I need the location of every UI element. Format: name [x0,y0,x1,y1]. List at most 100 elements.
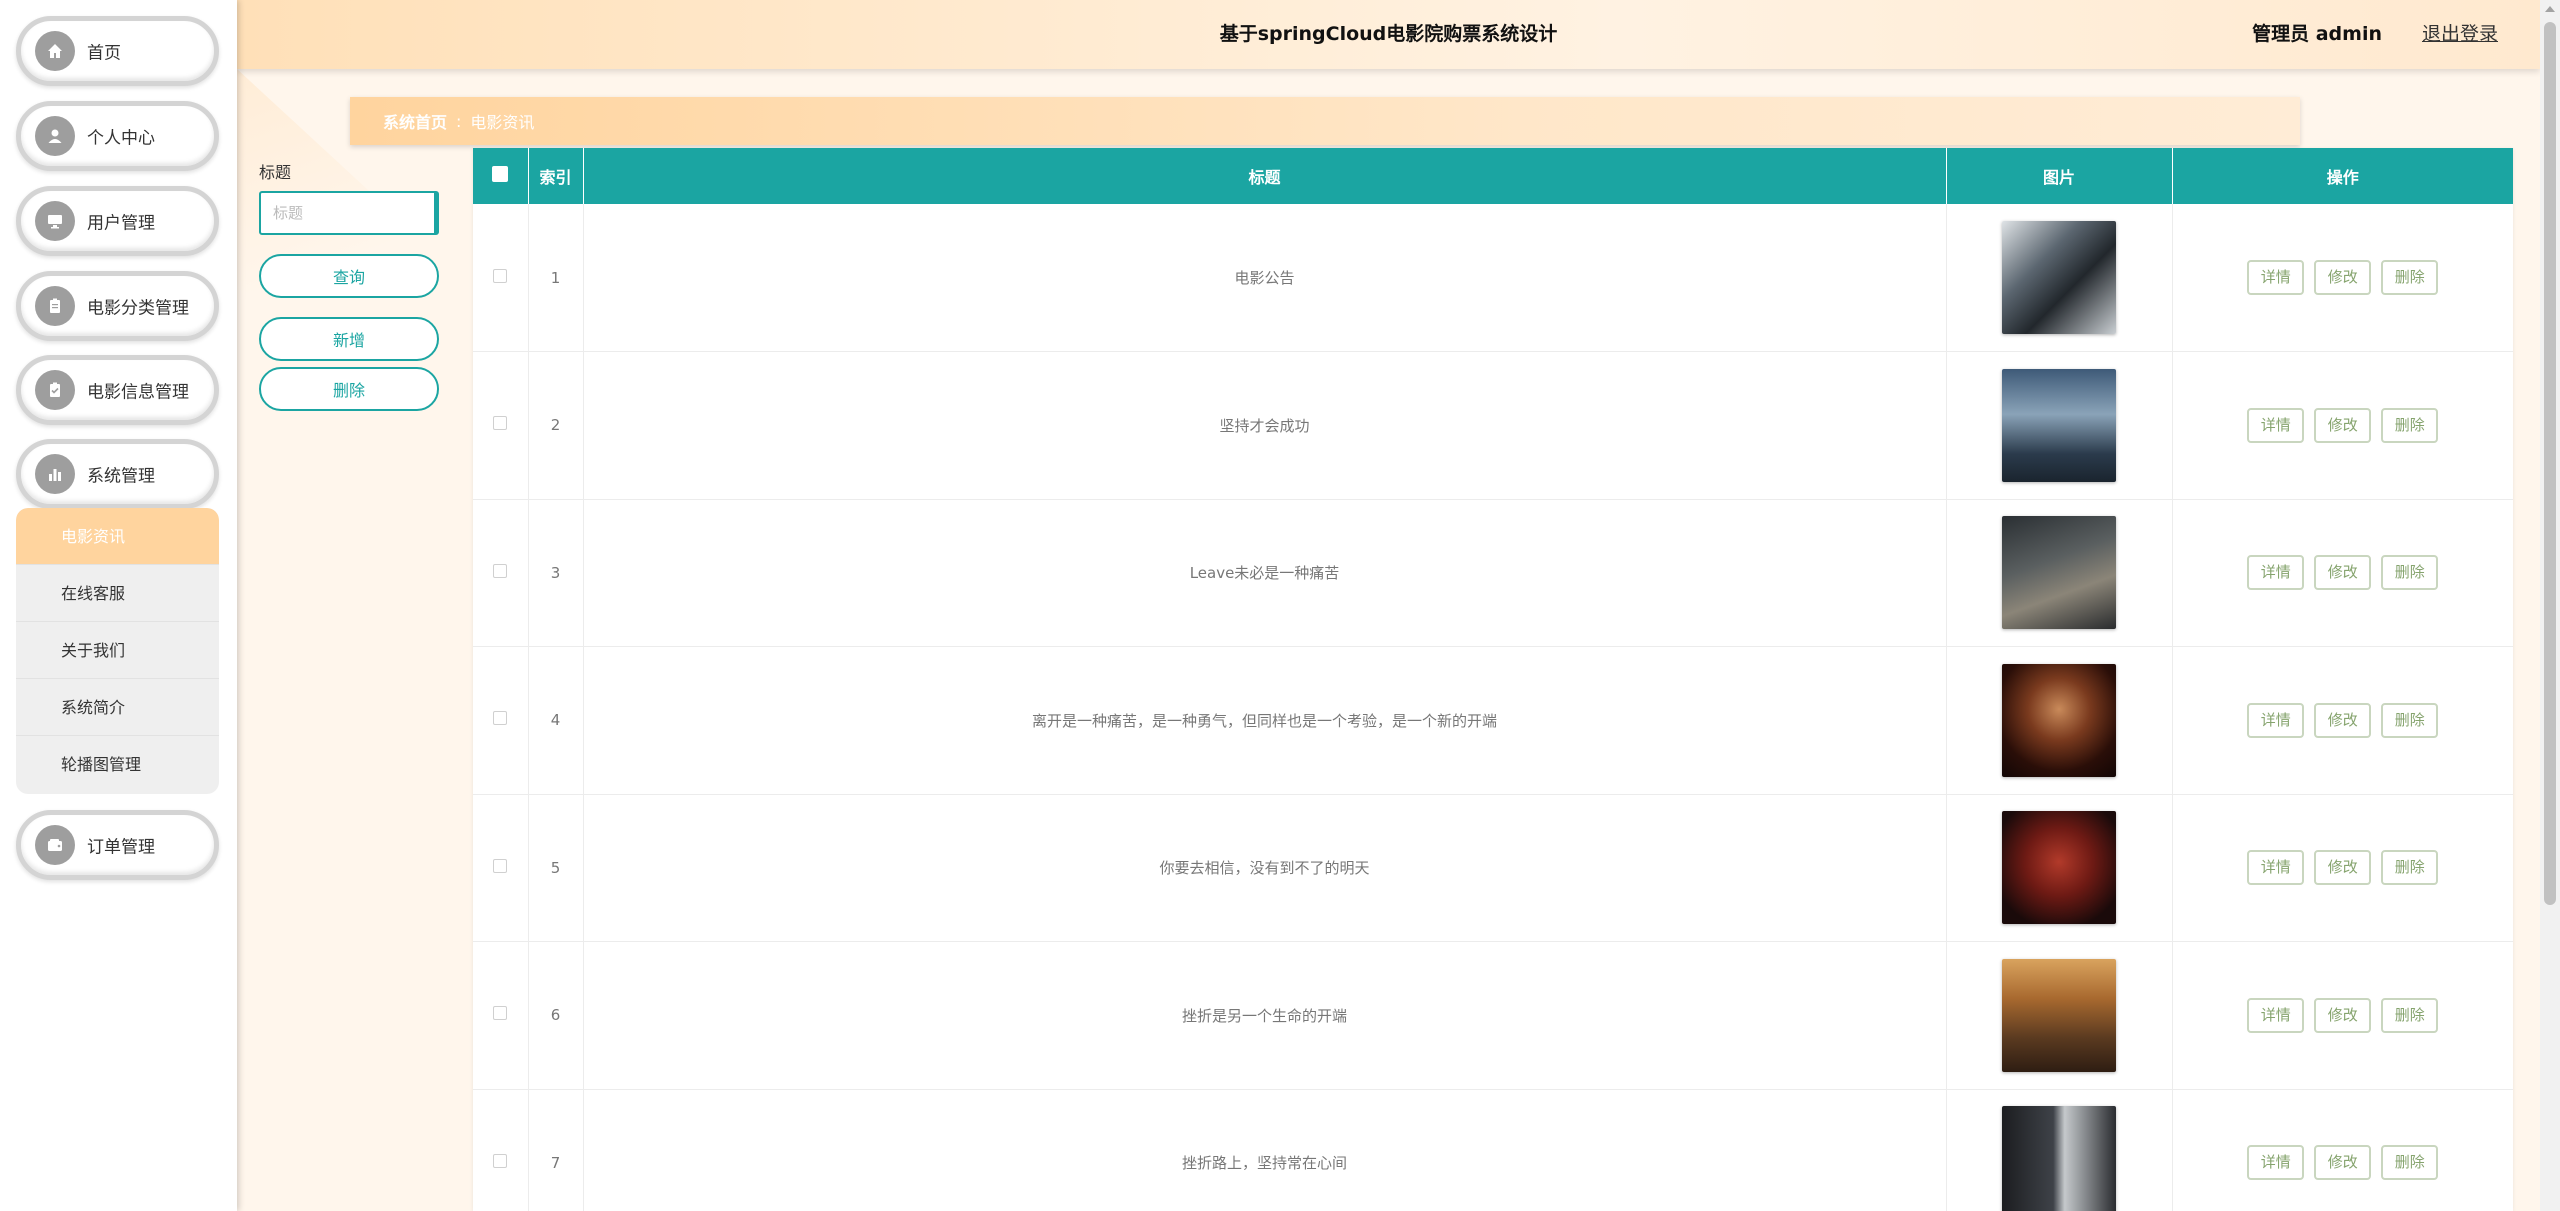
sidebar-item-profile[interactable]: 个人中心 [16,101,219,171]
delete-button[interactable]: 删除 [2381,407,2439,443]
row-title: 离开是一种痛苦，是一种勇气，但同样也是一个考验，是一个新的开端 [583,646,1947,794]
delete-button[interactable]: 删除 [2381,555,2439,591]
row-title: 坚持才会成功 [583,351,1947,499]
sidebar-item-label: 订单管理 [87,837,155,858]
breadcrumb: 系统首页 : 电影资讯 [350,97,2300,145]
table-row: 5 你要去相信，没有到不了的明天 详情 修改 删除 [473,794,2513,942]
home-icon [35,31,75,71]
select-all-checkbox[interactable] [492,166,509,182]
edit-button[interactable]: 修改 [2314,850,2372,886]
row-checkbox[interactable] [493,858,508,873]
wallet-icon [35,825,75,865]
table-row: 3 Leave未必是一种痛苦 详情 修改 删除 [473,499,2513,647]
breadcrumb-separator: : [456,111,462,131]
row-checkbox[interactable] [493,563,508,578]
submenu-item-about-us[interactable]: 关于我们 [16,622,219,679]
sidebar-item-home[interactable]: 首页 [16,16,219,86]
add-button[interactable]: 新增 [259,317,439,361]
row-checkbox[interactable] [493,711,508,726]
detail-button[interactable]: 详情 [2247,1145,2305,1181]
detail-button[interactable]: 详情 [2247,407,2305,443]
sidebar-item-orders[interactable]: 订单管理 [16,810,219,880]
delete-button[interactable]: 删除 [2381,260,2439,295]
detail-button[interactable]: 详情 [2247,555,2305,591]
sidebar-item-label: 电影信息管理 [87,382,189,403]
sidebar-item-users[interactable]: 用户管理 [16,186,219,256]
clipboard-check-icon [35,370,75,410]
query-button[interactable]: 查询 [259,254,439,298]
edit-button[interactable]: 修改 [2314,555,2372,591]
sidebar-item-label: 系统管理 [87,466,155,487]
sidebar-item-movie-info[interactable]: 电影信息管理 [16,355,219,425]
edit-button[interactable]: 修改 [2314,997,2372,1033]
sidebar-item-label: 用户管理 [87,213,155,234]
table-row: 4 离开是一种痛苦，是一种勇气，但同样也是一个考验，是一个新的开端 详情 修改 删除 [473,646,2513,794]
person-icon [35,116,75,156]
title-filter-label: 标题 [259,163,292,182]
row-title: Leave未必是一种痛苦 [583,499,1947,647]
table-row: 7 挫折路上，坚持常在心间 详情 修改 删除 [473,1089,2513,1211]
movie-poster-image [2002,958,2116,1072]
detail-button[interactable]: 详情 [2247,260,2305,295]
detail-button[interactable]: 详情 [2247,997,2305,1033]
row-checkbox[interactable] [493,1153,508,1168]
edit-button[interactable]: 修改 [2314,260,2372,295]
column-header-image: 图片 [1946,148,2173,204]
breadcrumb-home[interactable]: 系统首页 [383,109,447,133]
sidebar-item-movie-category[interactable]: 电影分类管理 [16,271,219,341]
movie-poster-image [2002,516,2116,630]
delete-button[interactable]: 删除 [2381,997,2439,1033]
row-checkbox[interactable] [493,416,508,431]
row-checkbox[interactable] [493,1006,508,1021]
row-title: 挫折是另一个生命的开端 [583,941,1947,1089]
row-title: 电影公告 [583,204,1947,352]
row-checkbox[interactable] [493,268,508,283]
sidebar-item-label: 个人中心 [87,128,155,149]
submenu-item-movie-news[interactable]: 电影资讯 [16,508,219,565]
system-submenu: 电影资讯 在线客服 关于我们 系统简介 轮播图管理 [16,508,219,794]
detail-button[interactable]: 详情 [2247,702,2305,738]
title-search-input[interactable] [259,191,439,235]
row-index: 2 [528,351,584,499]
column-header-title: 标题 [583,148,1947,204]
edit-button[interactable]: 修改 [2314,702,2372,738]
scroll-up-arrow-icon[interactable] [2545,6,2555,12]
submenu-item-carousel[interactable]: 轮播图管理 [16,736,219,793]
news-table-container: 索引 标题 图片 操作 1 电影公告 详情 修改 删除 2 坚持才会成功 详情 … [473,148,2513,1211]
sidebar-item-system[interactable]: 系统管理 [16,439,219,509]
row-title: 你要去相信，没有到不了的明天 [583,794,1947,942]
edit-button[interactable]: 修改 [2314,407,2372,443]
app-title: 基于springCloud电影院购票系统设计 [1219,23,1558,45]
delete-button[interactable]: 删除 [2381,1145,2439,1181]
edit-button[interactable]: 修改 [2314,1145,2372,1181]
main-content: 系统首页 : 电影资讯 标题 查询 新增 删除 索引 标题 图片 操作 [237,69,2540,1211]
top-header: 基于springCloud电影院购票系统设计 管理员 admin 退出登录 [237,0,2540,69]
sidebar-item-label: 首页 [87,43,121,64]
batch-delete-button[interactable]: 删除 [259,367,439,411]
detail-button[interactable]: 详情 [2247,850,2305,886]
row-title: 挫折路上，坚持常在心间 [583,1089,1947,1211]
row-index: 1 [528,204,584,352]
submenu-item-online-service[interactable]: 在线客服 [16,565,219,622]
monitor-icon [35,201,75,241]
breadcrumb-current: 电影资讯 [470,113,535,132]
movie-poster-image [2002,221,2116,334]
delete-button[interactable]: 删除 [2381,850,2439,886]
current-user: 管理员 admin [2252,23,2382,45]
table-row: 1 电影公告 详情 修改 删除 [473,204,2513,352]
table-row: 6 挫折是另一个生命的开端 详情 修改 删除 [473,941,2513,1089]
scrollbar-thumb[interactable] [2544,22,2556,905]
movie-poster-image [2002,368,2116,482]
logout-link[interactable]: 退出登录 [2422,0,2498,69]
movie-poster-image [2002,1106,2116,1211]
column-header-index: 索引 [528,148,584,204]
sidebar: 首页 个人中心 用户管理 电影分类管理 电影信息管理 系统管理 电影资讯 在线客… [0,0,237,1211]
sidebar-item-label: 电影分类管理 [87,298,189,319]
delete-button[interactable]: 删除 [2381,702,2439,738]
submenu-item-system-intro[interactable]: 系统简介 [16,679,219,736]
row-index: 5 [528,794,584,942]
select-all-cell [473,148,529,204]
column-header-ops: 操作 [2326,168,2359,187]
news-table: 索引 标题 图片 操作 1 电影公告 详情 修改 删除 2 坚持才会成功 详情 … [473,148,2513,1211]
page-scrollbar[interactable] [2540,0,2560,1211]
